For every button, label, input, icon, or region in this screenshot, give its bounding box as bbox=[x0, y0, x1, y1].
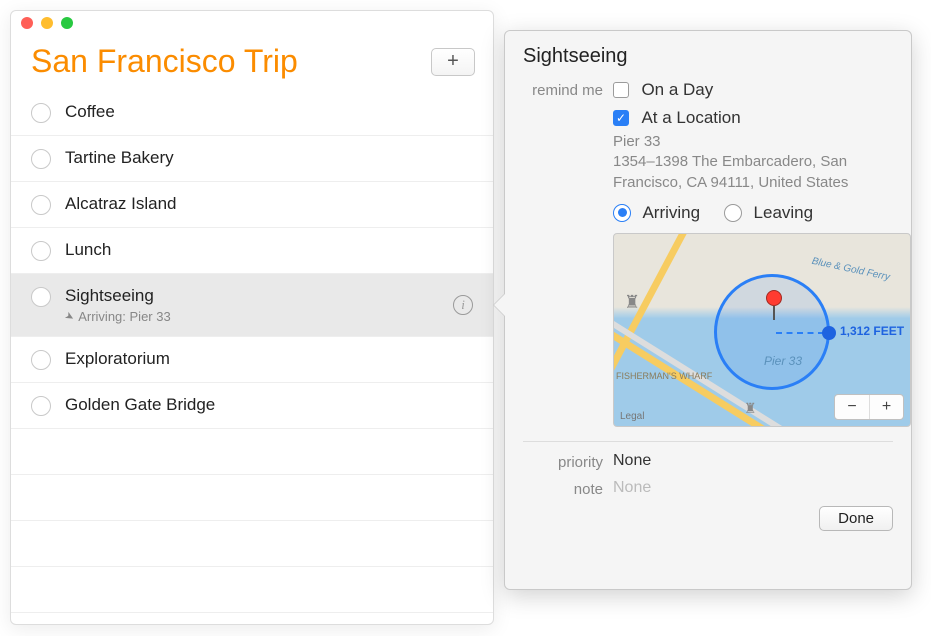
on-a-day-checkbox[interactable] bbox=[613, 82, 629, 98]
detail-title[interactable]: Sightseeing bbox=[523, 45, 893, 68]
at-a-location-checkbox[interactable]: ✓ bbox=[613, 110, 629, 126]
reminders-window: San Francisco Trip + Coffee Tartine Baker… bbox=[10, 10, 494, 625]
reminder-title: Coffee bbox=[65, 102, 475, 122]
complete-radio[interactable] bbox=[31, 350, 51, 370]
complete-radio[interactable] bbox=[31, 241, 51, 261]
remind-me-label: remind me bbox=[523, 80, 613, 427]
map-tower-icon: ♜ bbox=[624, 292, 640, 313]
popover-pointer bbox=[494, 293, 506, 317]
window-zoom-button[interactable] bbox=[61, 17, 73, 29]
complete-radio[interactable] bbox=[31, 195, 51, 215]
empty-row[interactable] bbox=[11, 429, 493, 475]
on-a-day-label: On a Day bbox=[641, 80, 713, 99]
reminder-title: Golden Gate Bridge bbox=[65, 395, 475, 415]
arriving-radio[interactable] bbox=[613, 204, 631, 222]
reminder-title: Alcatraz Island bbox=[65, 194, 475, 214]
complete-radio[interactable] bbox=[31, 287, 51, 307]
list-item[interactable]: Alcatraz Island bbox=[11, 182, 493, 228]
map-zoom-in-button[interactable]: + bbox=[869, 395, 903, 419]
empty-row[interactable] bbox=[11, 567, 493, 613]
geofence-distance: 1,312 FEET bbox=[840, 324, 904, 338]
list-item[interactable]: Lunch bbox=[11, 228, 493, 274]
arriving-option[interactable]: Arriving bbox=[613, 203, 700, 223]
window-minimize-button[interactable] bbox=[41, 17, 53, 29]
location-map[interactable]: Blue & Gold Ferry FISHERMAN'S WHARF ♜ ♜ … bbox=[613, 233, 911, 427]
reminder-info-button[interactable]: i bbox=[453, 295, 473, 315]
window-close-button[interactable] bbox=[21, 17, 33, 29]
map-tower-icon: ♜ bbox=[744, 400, 757, 417]
map-water-label: Blue & Gold Ferry bbox=[810, 256, 890, 283]
note-field[interactable]: None bbox=[613, 479, 651, 496]
priority-value[interactable]: None bbox=[613, 452, 651, 469]
leaving-option[interactable]: Leaving bbox=[724, 203, 813, 223]
empty-row[interactable] bbox=[11, 475, 493, 521]
empty-row[interactable] bbox=[11, 521, 493, 567]
reminder-title: Tartine Bakery bbox=[65, 148, 475, 168]
window-titlebar bbox=[11, 11, 493, 35]
reminder-subtitle: Arriving: Pier 33 bbox=[78, 309, 170, 324]
note-label: note bbox=[523, 479, 613, 498]
reminders-list: Coffee Tartine Bakery Alcatraz Island Lunch… bbox=[11, 90, 493, 613]
list-item[interactable]: Coffee bbox=[11, 90, 493, 136]
map-legal-link[interactable]: Legal bbox=[620, 411, 644, 422]
leaving-radio[interactable] bbox=[724, 204, 742, 222]
geofence-handle[interactable] bbox=[822, 326, 836, 340]
complete-radio[interactable] bbox=[31, 396, 51, 416]
at-a-location-label: At a Location bbox=[641, 108, 740, 127]
list-item[interactable]: Sightseeing ➤Arriving: Pier 33 i bbox=[11, 274, 493, 337]
reminder-detail-panel: Sightseeing remind me On a Day ✓ At a Lo… bbox=[504, 30, 912, 590]
list-title: San Francisco Trip bbox=[31, 43, 298, 80]
reminder-title: Sightseeing bbox=[65, 286, 475, 306]
complete-radio[interactable] bbox=[31, 103, 51, 123]
reminder-title: Lunch bbox=[65, 240, 475, 260]
map-zoom-out-button[interactable]: − bbox=[835, 395, 869, 419]
reminder-title: Exploratorium bbox=[65, 349, 475, 369]
map-wharf-label: FISHERMAN'S WHARF bbox=[616, 372, 712, 381]
list-item[interactable]: Tartine Bakery bbox=[11, 136, 493, 182]
map-zoom-control: − + bbox=[834, 394, 904, 420]
complete-radio[interactable] bbox=[31, 149, 51, 169]
list-item[interactable]: Golden Gate Bridge bbox=[11, 383, 493, 429]
done-button[interactable]: Done bbox=[819, 506, 893, 531]
map-pier-label: Pier 33 bbox=[764, 354, 802, 368]
add-reminder-button[interactable]: + bbox=[431, 48, 475, 76]
priority-label: priority bbox=[523, 452, 613, 471]
location-arrow-icon: ➤ bbox=[62, 309, 76, 325]
map-pin-icon bbox=[766, 290, 782, 320]
list-item[interactable]: Exploratorium bbox=[11, 337, 493, 383]
location-address: Pier 33 1354–1398 The Embarcadero, San F… bbox=[613, 132, 911, 193]
